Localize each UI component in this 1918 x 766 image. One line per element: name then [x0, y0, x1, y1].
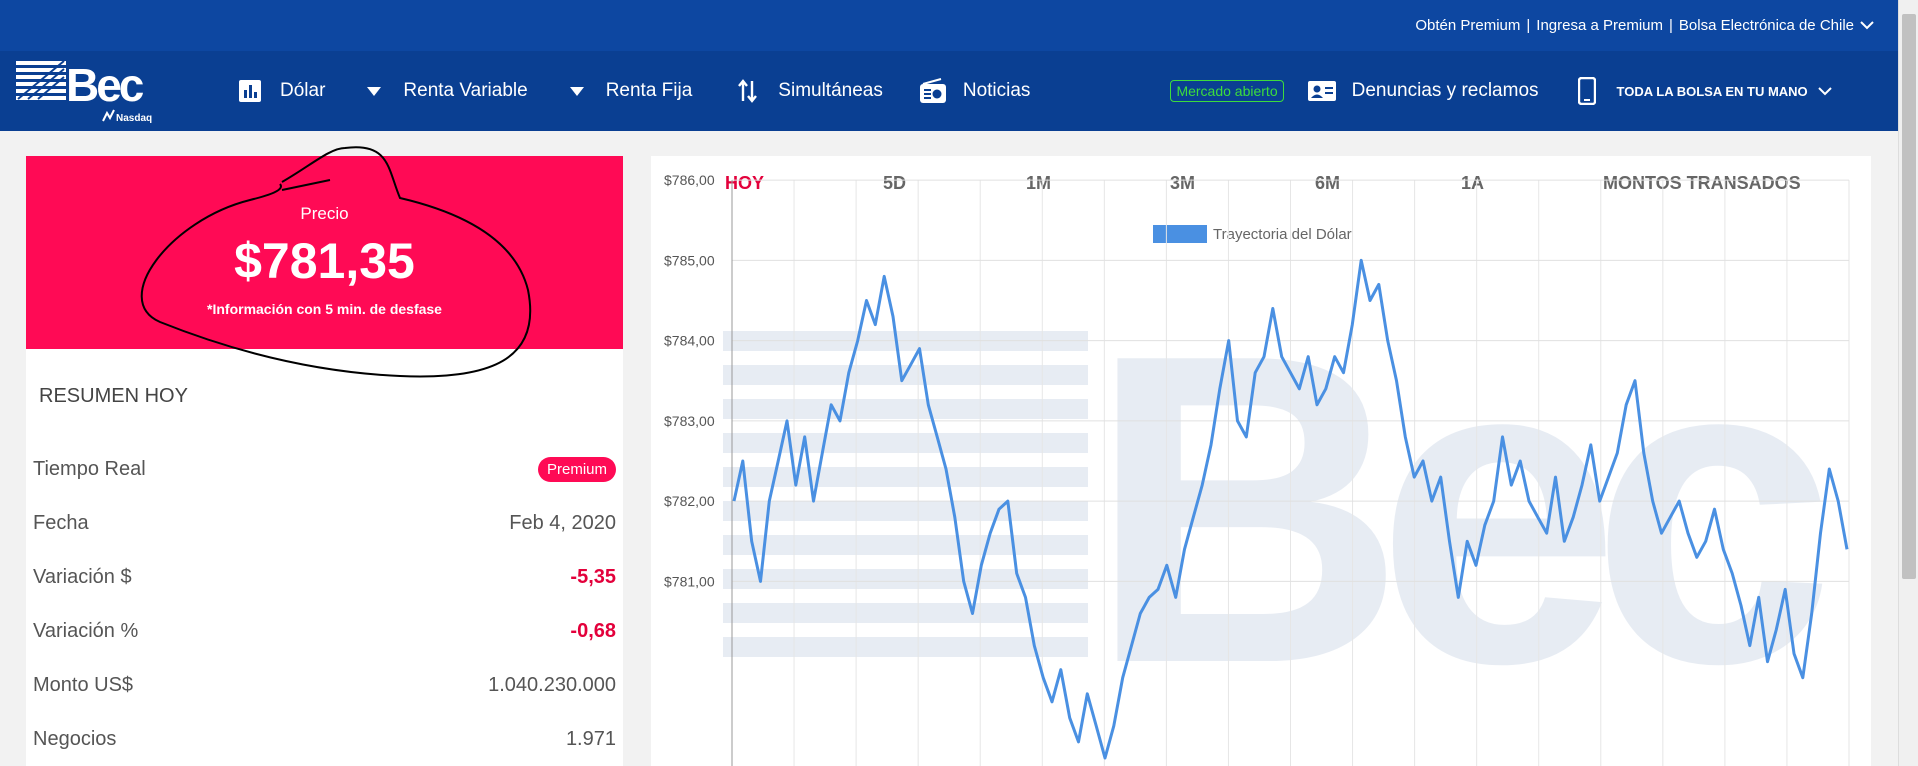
ingresa-premium-link[interactable]: Ingresa a Premium: [1536, 17, 1663, 34]
caret-down-icon: [367, 83, 382, 99]
chart-panel: HOY 5D 1M 3M 6M 1A MONTOS TRANSADOS Bec …: [651, 156, 1871, 766]
top-bar: Obtén Premium | Ingresa a Premium | Bols…: [0, 0, 1898, 51]
row-label: Monto US$: [33, 673, 134, 696]
summary-row: Variación $ -5,35: [33, 550, 616, 604]
row-value: -0,68: [570, 619, 616, 642]
nav-dolar-label: Dólar: [280, 80, 326, 101]
hand-drawn-circle: [140, 146, 532, 378]
nav-bolsa-app[interactable]: TODA LA BOLSA EN TU MANO: [1571, 75, 1832, 107]
market-status-badge: Mercado abierto: [1170, 80, 1284, 102]
summary-row: Monto US$ 1.040.230.000: [33, 658, 616, 712]
y-tick-label: $784,00: [664, 333, 715, 349]
radio-icon: [917, 75, 949, 107]
nav-noticias-label: Noticias: [962, 80, 1031, 101]
premium-badge[interactable]: Premium: [537, 456, 616, 482]
nav-renta-fija-label: Renta Fija: [605, 80, 693, 101]
swap-arrows-icon: [732, 75, 764, 107]
nav-simultaneas-label: Simultáneas: [778, 80, 883, 101]
nav-renta-fija[interactable]: Renta Fija: [569, 80, 693, 102]
nav-renta-variable[interactable]: Renta Variable: [367, 80, 528, 102]
chevron-down-icon[interactable]: [1860, 18, 1874, 33]
row-value: -5,35: [570, 565, 616, 588]
summary-row: Negocios 1.971: [33, 712, 616, 766]
bolsa-electronica-link[interactable]: Bolsa Electrónica de Chile: [1679, 17, 1854, 34]
chart-icon: [234, 75, 266, 107]
row-label: Variación %: [33, 619, 139, 642]
y-tick-label: $783,00: [664, 413, 715, 429]
row-label: Variación $: [33, 565, 132, 588]
svg-text:Nasdaq: Nasdaq: [116, 113, 152, 124]
row-value: 1.971: [565, 727, 616, 750]
nav-dolar[interactable]: Dólar: [234, 75, 325, 107]
separator: |: [1526, 17, 1531, 34]
summary-row: Variación % -0,68: [33, 604, 616, 658]
nav-bolsa-label: TODA LA BOLSA EN TU MANO: [1616, 83, 1808, 99]
row-value: Feb 4, 2020: [509, 511, 616, 534]
price-line-chart: $781,00 $782,00 $783,00 $784,00 $785,00 $786,…: [664, 172, 1850, 766]
nav-denuncias[interactable]: Denuncias y reclamos: [1306, 75, 1539, 107]
row-label: Tiempo Real: [33, 457, 146, 480]
row-label: Fecha: [33, 511, 89, 534]
row-value: 1.040.230.000: [488, 673, 616, 696]
chevron-down-icon: [1817, 80, 1832, 102]
y-tick-label: $786,00: [664, 172, 715, 188]
obten-premium-link[interactable]: Obtén Premium: [1415, 17, 1520, 34]
scrollbar-thumb[interactable]: [1902, 14, 1916, 579]
id-card-icon: [1306, 75, 1338, 107]
smartphone-icon: [1571, 75, 1603, 107]
summary-row: Fecha Feb 4, 2020: [33, 496, 616, 550]
page-scrollbar[interactable]: [1898, 0, 1918, 766]
nav-denuncias-label: Denuncias y reclamos: [1351, 80, 1539, 101]
nav-renta-variable-label: Renta Variable: [403, 80, 528, 101]
main-nav: Bec Nasdaq Dólar Renta Variable Renta Fi…: [0, 51, 1898, 131]
separator: |: [1669, 17, 1673, 34]
summary-row: Tiempo Real Premium: [33, 442, 616, 496]
y-tick-label: $785,00: [664, 252, 715, 268]
nav-noticias[interactable]: Noticias: [917, 75, 1031, 107]
caret-down-icon: [569, 83, 584, 99]
row-label: Negocios: [33, 727, 117, 750]
svg-text:Bec: Bec: [66, 59, 144, 111]
y-tick-label: $781,00: [664, 573, 715, 589]
y-tick-label: $782,00: [664, 493, 715, 509]
bec-logo[interactable]: Bec Nasdaq: [16, 51, 176, 131]
nav-simultaneas[interactable]: Simultáneas: [732, 75, 883, 107]
